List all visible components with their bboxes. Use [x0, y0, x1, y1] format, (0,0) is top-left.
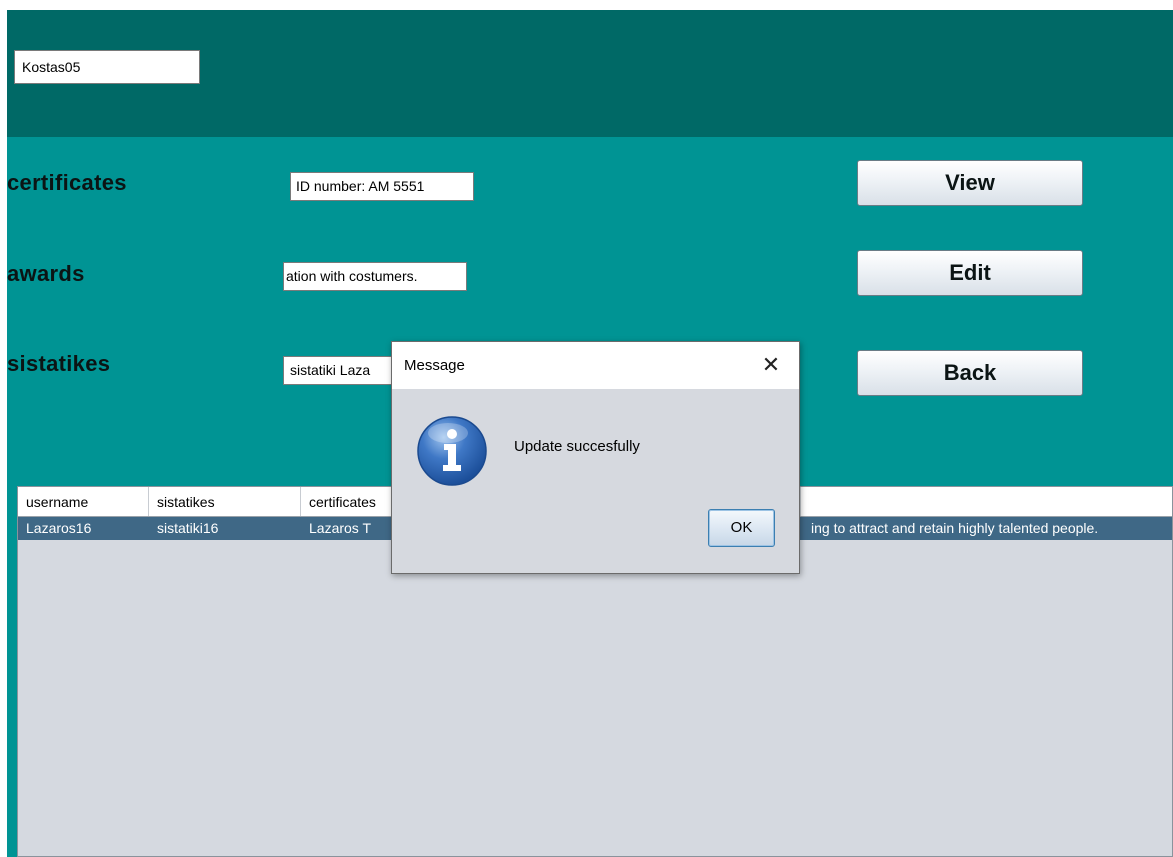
- username-field[interactable]: Kostas05: [14, 50, 200, 84]
- cell-overflow-text: ing to attract and retain highly talente…: [811, 520, 1099, 536]
- close-icon[interactable]: ✕: [757, 351, 785, 379]
- awards-field[interactable]: ation with costumers.: [283, 262, 467, 291]
- cell-sistatikes: sistatiki16: [157, 520, 219, 536]
- message-dialog: Message ✕ Update succesfully OK: [391, 341, 800, 574]
- info-icon: [416, 415, 488, 487]
- certificates-field[interactable]: ID number: AM 5551: [290, 172, 474, 201]
- ok-button[interactable]: OK: [708, 509, 775, 547]
- header-band: Kostas05: [7, 10, 1173, 137]
- sistatikes-label: sistatikes: [7, 351, 111, 376]
- view-button[interactable]: View: [857, 160, 1083, 206]
- column-header-username[interactable]: username: [18, 487, 149, 516]
- awards-label: awards: [7, 261, 85, 286]
- dialog-titlebar[interactable]: Message ✕: [392, 342, 799, 389]
- edit-button[interactable]: Edit: [857, 250, 1083, 296]
- column-header-sistatikes[interactable]: sistatikes: [149, 487, 301, 516]
- dialog-title: Message: [404, 357, 465, 374]
- dialog-message: Update succesfully: [514, 438, 640, 455]
- certificates-label: certificates: [7, 170, 127, 195]
- back-button[interactable]: Back: [857, 350, 1083, 396]
- cell-username: Lazaros16: [26, 520, 92, 536]
